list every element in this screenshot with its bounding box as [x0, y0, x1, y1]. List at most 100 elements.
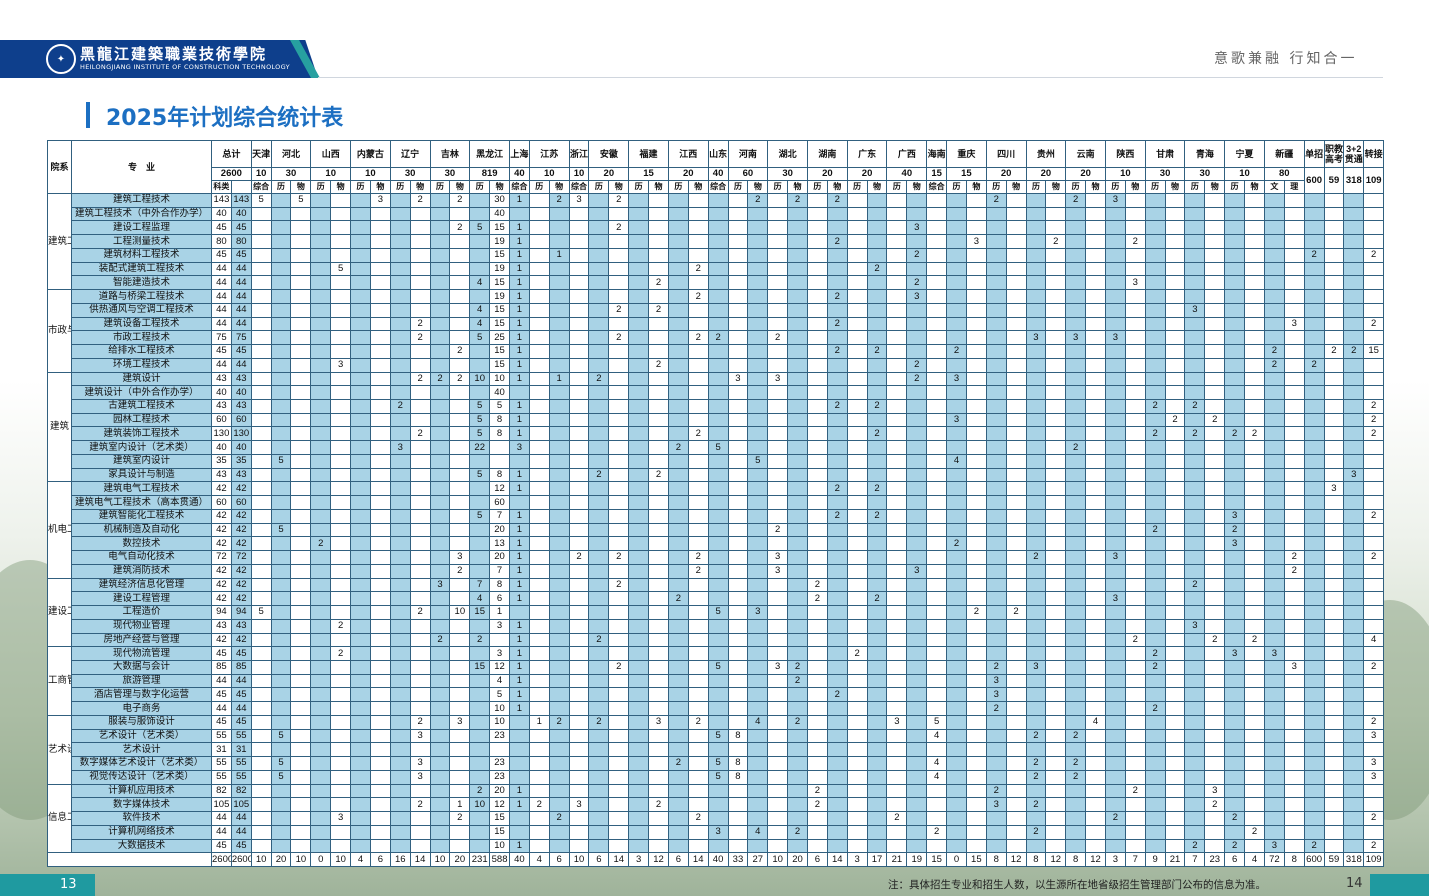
- plan-cell: [429, 797, 451, 813]
- plan-cell: [528, 371, 550, 387]
- province-count: 40: [886, 167, 928, 181]
- plan-cell: [747, 797, 769, 813]
- plan-cell: [449, 247, 471, 263]
- plan-cell: [767, 824, 789, 840]
- plan-cell: [509, 756, 530, 771]
- plan-cell: [1283, 220, 1305, 236]
- plan-cell: 3: [489, 618, 510, 634]
- plan-cell: [449, 659, 471, 675]
- plan-cell: [1343, 371, 1365, 387]
- plan-cell: [290, 714, 312, 730]
- plan-cell: [369, 632, 391, 648]
- plan-cell: 15: [489, 220, 510, 236]
- plan-cell: [826, 811, 848, 826]
- plan-cell: [1224, 550, 1246, 565]
- major-name: 建筑材料工程技术: [71, 247, 212, 263]
- plan-cell: [767, 769, 789, 785]
- plan-cell: [767, 646, 789, 661]
- plan-cell: [369, 206, 391, 222]
- plan-cell: [449, 838, 471, 854]
- plan-cell: [449, 302, 471, 318]
- plan-cell: [409, 577, 431, 593]
- plan-cell: [350, 824, 371, 840]
- plan-cell: [290, 467, 312, 483]
- plan-total: 44: [211, 673, 232, 689]
- plan-cell: [1363, 206, 1385, 222]
- plan-cell: [350, 206, 371, 222]
- major-name: 艺术设计: [71, 742, 212, 758]
- plan-cell: [330, 797, 352, 813]
- plan-cell: [489, 440, 510, 455]
- plan-cell: [350, 605, 371, 620]
- plan-cell: [528, 783, 550, 799]
- plan-cell: 2: [806, 577, 828, 593]
- plan-cell: [528, 742, 550, 758]
- plan-cell: 3: [1025, 330, 1047, 346]
- plan-cell: [687, 495, 709, 510]
- plan-cell: 2: [866, 399, 888, 414]
- plan-cell: [270, 632, 292, 648]
- plan-cell: [1085, 769, 1106, 785]
- plan-cell: [667, 536, 689, 552]
- plan-total: 31: [211, 742, 232, 758]
- total-cell: 6: [806, 852, 828, 867]
- plan-cell: [1065, 550, 1087, 565]
- plan-cell: 2: [1144, 701, 1166, 716]
- plan-cell: 45: [230, 247, 252, 263]
- plan-cell: [548, 728, 570, 744]
- table-row: 建筑工程建筑工程技术1431435532230123222222321063: [47, 192, 1385, 291]
- plan-cell: [548, 646, 570, 661]
- plan-cell: [866, 453, 888, 469]
- plan-cell: [906, 728, 928, 744]
- plan-cell: 3: [906, 220, 928, 236]
- plan-cell: 3: [409, 756, 431, 771]
- plan-cell: [1144, 275, 1166, 291]
- plan-cell: 2: [1363, 412, 1385, 428]
- plan-cell: 13: [489, 536, 510, 552]
- plan-cell: [687, 577, 709, 593]
- plan-cell: 2: [1363, 426, 1385, 442]
- plan-cell: [1025, 357, 1047, 373]
- plan-cell: [628, 797, 650, 813]
- subject-type: 历: [1065, 180, 1087, 194]
- department-name: 建筑工程: [47, 192, 72, 291]
- total-cell: 21: [1164, 852, 1186, 867]
- plan-cell: [1224, 467, 1246, 483]
- plan-cell: [926, 261, 948, 277]
- plan-cell: [886, 316, 908, 332]
- plan-cell: [1124, 728, 1146, 744]
- plan-cell: [290, 508, 312, 524]
- plan-cell: 2: [1045, 234, 1067, 249]
- plan-cell: [528, 838, 550, 854]
- plan-cell: [727, 811, 749, 826]
- footer-note: 注：具体招生专业和招生人数，以生源所在地省级招生管理部门公布的信息为准。: [888, 879, 1266, 891]
- plan-cell: [1283, 289, 1305, 304]
- plan-cell: [1204, 453, 1226, 469]
- plan-cell: [1363, 495, 1385, 510]
- plan-cell: [429, 385, 451, 401]
- plan-cell: [310, 426, 332, 442]
- plan-cell: [1045, 659, 1067, 675]
- plan-cell: [1005, 261, 1027, 277]
- plan-cell: [926, 591, 948, 607]
- plan-cell: [1244, 302, 1265, 318]
- plan-cell: [806, 371, 828, 387]
- total-cell: 318: [1343, 852, 1365, 867]
- plan-cell: [806, 344, 828, 359]
- plan-cell: [568, 261, 590, 277]
- table-row: 大数据技术45451012232225: [48, 838, 1385, 854]
- plan-cell: [250, 206, 272, 222]
- plan-cell: 2: [787, 673, 808, 689]
- plan-cell: [826, 220, 848, 236]
- extra-column-header: 3+2贯通: [1343, 140, 1365, 168]
- plan-cell: [727, 426, 749, 442]
- plan-cell: 2: [1363, 508, 1385, 524]
- plan-cell: [747, 591, 769, 607]
- plan-cell: 2: [1144, 522, 1166, 538]
- plan-cell: [568, 687, 590, 703]
- plan-cell: [1184, 756, 1206, 771]
- plan-cell: [1244, 289, 1265, 304]
- plan-cell: [1343, 728, 1365, 744]
- plan-cell: [727, 467, 749, 483]
- province-header: 上海: [509, 140, 530, 168]
